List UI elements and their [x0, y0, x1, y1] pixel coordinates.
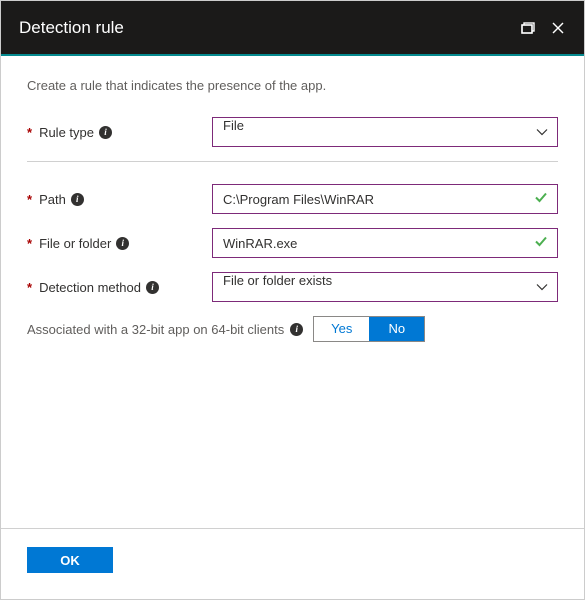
- path-input[interactable]: [212, 184, 558, 214]
- toggle-no[interactable]: No: [369, 317, 424, 341]
- assoc-32bit-row: Associated with a 32-bit app on 64-bit c…: [27, 316, 558, 342]
- dialog-title: Detection rule: [19, 18, 124, 38]
- dialog-content: Create a rule that indicates the presenc…: [1, 56, 584, 528]
- rule-type-label: * Rule type i: [27, 125, 212, 140]
- window-controls: [520, 20, 566, 36]
- description-text: Create a rule that indicates the presenc…: [27, 78, 558, 93]
- detection-method-row: * Detection method i File or folder exis…: [27, 272, 558, 302]
- required-asterisk: *: [27, 236, 32, 251]
- info-icon[interactable]: i: [99, 126, 112, 139]
- ok-button[interactable]: OK: [27, 547, 113, 573]
- detection-method-select[interactable]: File or folder exists: [212, 272, 558, 302]
- file-or-folder-input[interactable]: [212, 228, 558, 258]
- assoc-32bit-toggle: Yes No: [313, 316, 425, 342]
- close-icon[interactable]: [550, 20, 566, 36]
- dialog-footer: OK: [1, 528, 584, 599]
- info-icon[interactable]: i: [71, 193, 84, 206]
- rule-type-select[interactable]: File: [212, 117, 558, 147]
- restore-icon[interactable]: [520, 20, 536, 36]
- assoc-32bit-label: Associated with a 32-bit app on 64-bit c…: [27, 322, 303, 337]
- section-divider: [27, 161, 558, 162]
- required-asterisk: *: [27, 280, 32, 295]
- path-label: * Path i: [27, 192, 212, 207]
- info-icon[interactable]: i: [146, 281, 159, 294]
- info-icon[interactable]: i: [290, 323, 303, 336]
- info-icon[interactable]: i: [116, 237, 129, 250]
- required-asterisk: *: [27, 125, 32, 140]
- path-row: * Path i: [27, 184, 558, 214]
- dialog-header: Detection rule: [1, 1, 584, 56]
- required-asterisk: *: [27, 192, 32, 207]
- file-or-folder-row: * File or folder i: [27, 228, 558, 258]
- toggle-yes[interactable]: Yes: [314, 317, 369, 341]
- detection-method-label: * Detection method i: [27, 280, 212, 295]
- rule-type-row: * Rule type i File: [27, 117, 558, 147]
- file-or-folder-label: * File or folder i: [27, 236, 212, 251]
